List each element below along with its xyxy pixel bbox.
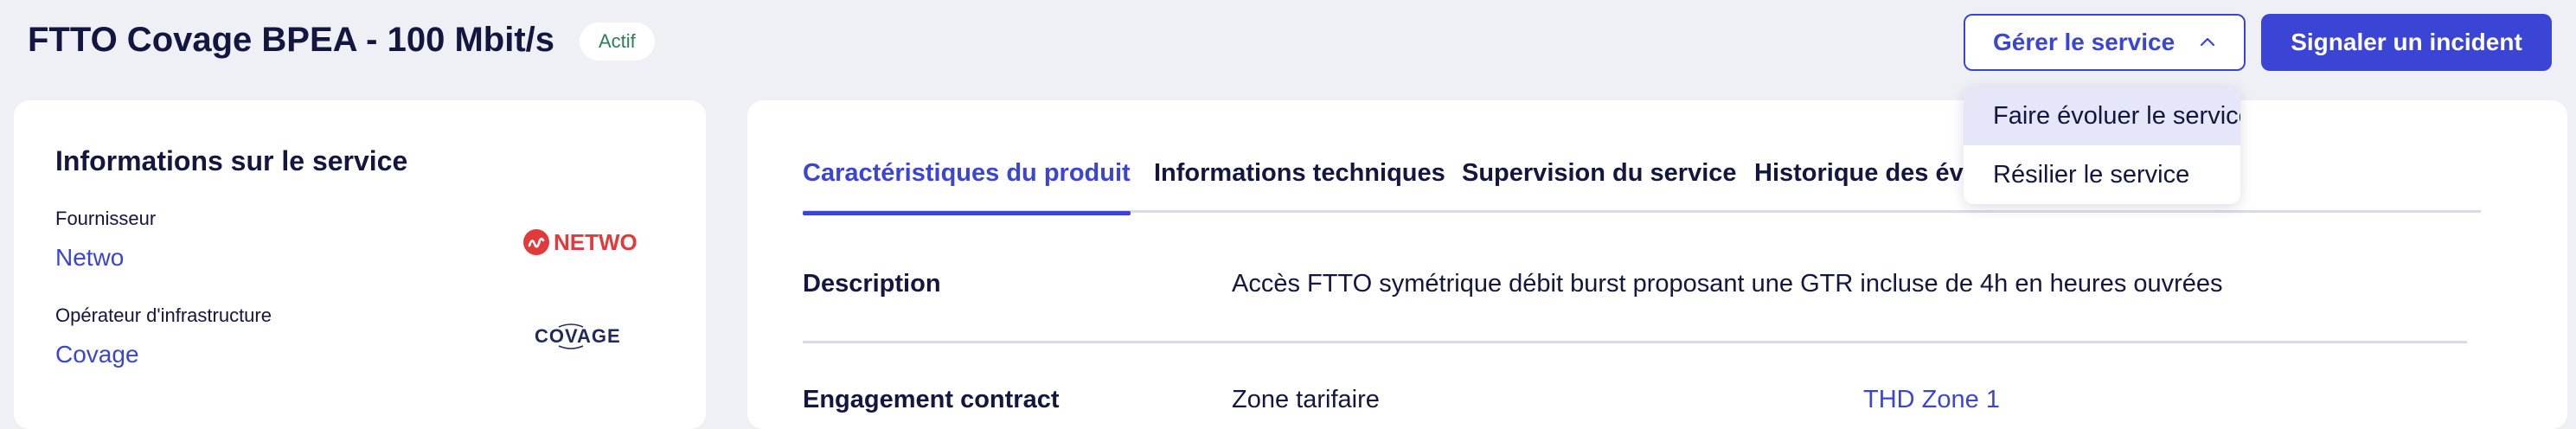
tab-product-characteristics[interactable]: Caractéristiques du produit (803, 159, 1131, 215)
page-header: FTTO Covage BPEA - 100 Mbit/s Actif Gére… (0, 0, 2576, 86)
row-divider (803, 341, 2467, 343)
report-incident-button[interactable]: Signaler un incident (2261, 14, 2552, 71)
status-badge: Actif (580, 22, 655, 61)
pricing-zone-label: Zone tarifaire (1232, 386, 1380, 413)
tab-service-monitoring[interactable]: Supervision du service (1462, 159, 1737, 213)
product-details-card: Caractéristiques du produit Informations… (747, 100, 2567, 429)
svg-text:NETWO: NETWO (554, 229, 638, 255)
manage-service-label: Gérer le service (1993, 29, 2176, 55)
page-title: FTTO Covage BPEA - 100 Mbit/s (28, 21, 555, 59)
covage-logo: COVAGE (535, 323, 621, 349)
tab-technical-info[interactable]: Informations techniques (1154, 159, 1445, 213)
tab-history[interactable]: Historique des év (1754, 159, 1964, 213)
service-info-card: Informations sur le service Fournisseur … (14, 100, 706, 429)
service-info-title: Informations sur le service (55, 145, 408, 176)
menu-item-upgrade-service[interactable]: Faire évoluer le service (1964, 86, 2240, 145)
engagement-label: Engagement contract (803, 386, 1060, 413)
chevron-up-icon (2201, 37, 2215, 47)
netwo-logo: NETWO (523, 229, 638, 255)
pricing-zone-link[interactable]: THD Zone 1 (1863, 386, 2000, 414)
svg-text:COVAGE: COVAGE (535, 325, 621, 347)
description-label: Description (803, 270, 941, 298)
provider-link[interactable]: Netwo (55, 244, 124, 272)
menu-item-terminate-service[interactable]: Résilier le service (1964, 145, 2240, 204)
manage-service-menu: Faire évoluer le service Résilier le ser… (1964, 86, 2240, 204)
operator-label: Opérateur d'infrastructure (55, 304, 272, 326)
description-value: Accès FTTO symétrique débit burst propos… (1232, 270, 2223, 298)
provider-label: Fournisseur (55, 208, 157, 229)
manage-service-button[interactable]: Gérer le service (1964, 14, 2246, 71)
operator-link[interactable]: Covage (55, 341, 139, 368)
